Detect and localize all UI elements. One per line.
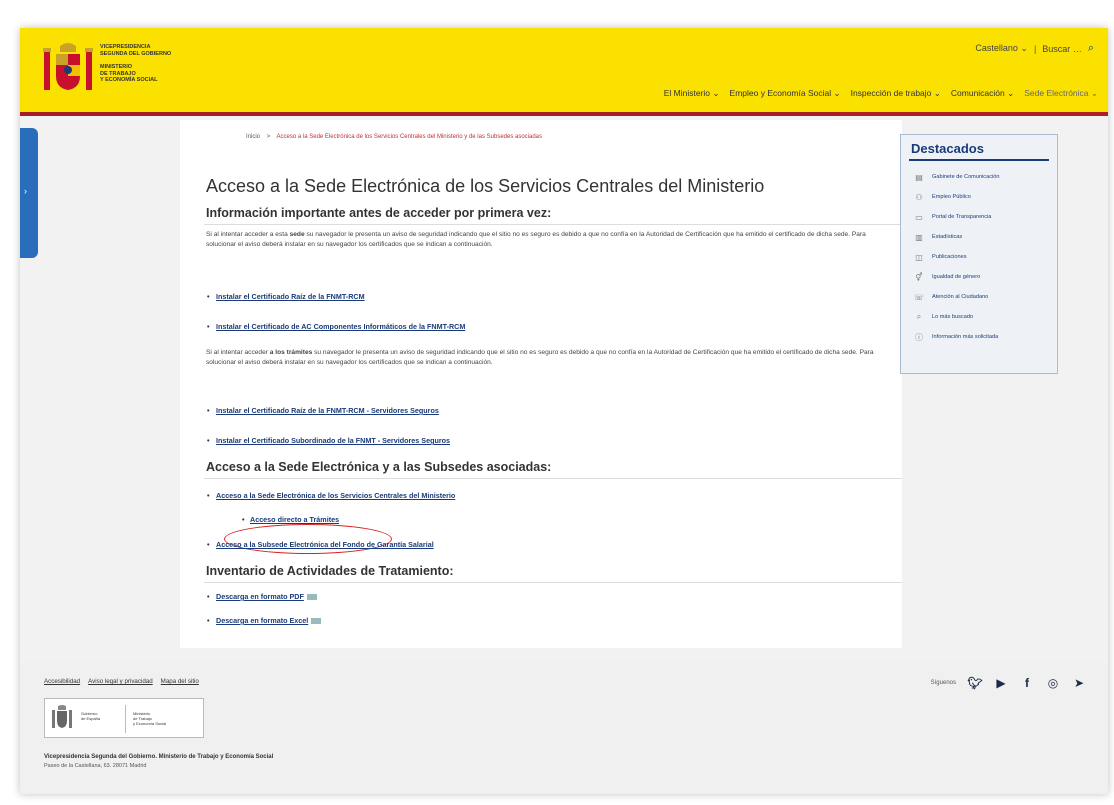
link-subsede-fogasa[interactable]: Acceso a la Subsede Electrónica del Fond… <box>207 540 434 549</box>
breadcrumb-home[interactable]: Inicio <box>246 134 260 140</box>
link-sede-servicios-centrales[interactable]: Acceso a la Sede Electrónica de los Serv… <box>207 491 455 500</box>
footer-address: Paseo de la Castellana, 63. 28071 Madrid <box>44 763 147 769</box>
site-header: Vicepresidencia Segunda del Gobierno Min… <box>20 28 1108 116</box>
info-paragraph-sede: Si al intentar acceder a esta sede su na… <box>206 231 866 248</box>
breadcrumb-sep: > <box>266 134 271 140</box>
coat-of-arms-icon <box>52 705 72 728</box>
highlight-ellipse <box>224 524 392 554</box>
youtube-icon[interactable]: ▶ <box>994 676 1008 690</box>
page-title: Acceso a la Sede Electrónica de los Serv… <box>206 176 765 196</box>
twitter-icon[interactable]: 🐦︎ <box>967 676 982 690</box>
social-links: Síguenos 🐦︎ ▶ f ◎ ➤ <box>931 676 1086 690</box>
chevron-right-icon: › <box>24 186 27 196</box>
stats-icon: ▥ <box>915 232 923 242</box>
language-selector[interactable]: Castellano ⌄ <box>975 43 1028 54</box>
destacados-item[interactable]: ▭ Portal de Transparencia <box>913 207 1053 227</box>
nav-item-sede[interactable]: Sede Electrónica ⌄ <box>1024 88 1098 99</box>
newspaper-icon: ▤ <box>915 172 923 182</box>
section-heading-inventario: Inventario de Actividades de Tratamiento… <box>206 564 454 578</box>
logo-ministerio-text: Ministerio de Trabajo y Economía Social <box>133 711 167 726</box>
destacados-item[interactable]: ◫ Publicaciones <box>913 247 1053 267</box>
breadcrumb-current: Acceso a la Sede Electrónica de los Serv… <box>276 134 543 140</box>
footer-link-mapa[interactable]: Mapa del sitio <box>161 678 199 685</box>
equality-icon: ⚥ <box>915 272 923 282</box>
section-divider <box>204 478 902 479</box>
header-divider-accent <box>840 112 1108 116</box>
coat-of-arms-icon[interactable] <box>42 42 94 98</box>
excel-file-icon <box>311 618 322 625</box>
telegram-icon[interactable]: ➤ <box>1072 676 1086 690</box>
footer-address-title: Vicepresidencia Segunda del Gobierno. Mi… <box>44 754 274 760</box>
logo-line: y Economía Social <box>100 77 158 83</box>
book-icon: ◫ <box>915 252 923 262</box>
breadcrumb: Inicio > Acceso a la Sede Electrónica de… <box>246 134 542 140</box>
people-icon: ⚇ <box>915 192 923 202</box>
info-icon: ⓘ <box>915 332 923 342</box>
footer-logo[interactable]: Gobierno de España Ministerio de Trabajo… <box>44 698 204 738</box>
browser-page: Vicepresidencia Segunda del Gobierno Min… <box>20 28 1108 794</box>
destacados-item[interactable]: ⚇ Empleo Público <box>913 187 1053 207</box>
link-cert-subordinado[interactable]: Instalar el Certificado Subordinado de l… <box>207 436 450 445</box>
destacados-item[interactable]: ⚥ Igualdad de género <box>913 267 1053 287</box>
link-descarga-pdf[interactable]: Descarga en formato PDF <box>207 592 317 601</box>
link-descarga-excel[interactable]: Descarga en formato Excel <box>207 616 322 625</box>
destacados-divider <box>909 159 1049 161</box>
transparency-icon: ▭ <box>915 212 923 222</box>
destacados-list: ▤ Gabinete de Comunicación ⚇ Empleo Públic… <box>913 167 1053 347</box>
logo-divider <box>125 705 126 733</box>
link-acceso-directo-tramites[interactable]: Acceso directo a Trámites <box>242 515 339 524</box>
footer-link-accesibilidad[interactable]: Accesibilidad <box>44 678 80 685</box>
top-tools: Castellano ⌄ | Buscar … ⌕ <box>975 42 1094 55</box>
header-divider <box>20 112 840 116</box>
destacados-item[interactable]: ▥ Estadísticas <box>913 227 1053 247</box>
side-menu-tab[interactable]: › <box>20 128 38 258</box>
nav-item-ministerio[interactable]: El Ministerio ⌄ <box>664 88 720 99</box>
footer-links: Accesibilidad Aviso legal y privacidad M… <box>44 678 199 685</box>
section-divider <box>204 224 902 225</box>
nav-item-inspeccion[interactable]: Inspección de trabajo ⌄ <box>851 88 941 99</box>
destacados-item[interactable]: ⓘ Información más solicitada <box>913 327 1053 347</box>
instagram-icon[interactable]: ◎ <box>1046 676 1060 690</box>
search-link[interactable]: Buscar … <box>1042 44 1082 54</box>
nav-item-comunicacion[interactable]: Comunicación ⌄ <box>951 88 1014 99</box>
link-cert-raiz[interactable]: Instalar el Certificado Raíz de la FNMT-… <box>207 292 365 301</box>
pdf-file-icon <box>306 594 317 601</box>
follow-label: Síguenos <box>930 680 956 686</box>
nav-item-empleo[interactable]: Empleo y Economía Social ⌄ <box>730 88 841 99</box>
main-content: Inicio > Acceso a la Sede Electrónica de… <box>180 120 902 648</box>
destacados-title: Destacados <box>911 141 984 156</box>
link-cert-raiz-servidores[interactable]: Instalar el Certificado Raíz de la FNMT-… <box>207 406 439 415</box>
main-nav: El Ministerio ⌄ Empleo y Economía Social… <box>664 88 1098 99</box>
destacados-item[interactable]: ⌕ Lo más buscado <box>913 307 1053 327</box>
logo-gobierno-text: Gobierno de España <box>81 711 101 721</box>
site-footer: Accesibilidad Aviso legal y privacidad M… <box>20 662 1108 794</box>
section-divider <box>204 582 902 583</box>
search-icon[interactable]: ⌕ <box>1088 42 1094 55</box>
search-icon: ⌕ <box>916 312 922 321</box>
info-paragraph-tramites: Si al intentar acceder a los trámites su… <box>206 349 874 366</box>
separator: | <box>1033 43 1037 54</box>
destacados-panel: Destacados ▤ Gabinete de Comunicación ⚇ Em… <box>900 134 1058 374</box>
link-cert-ac-componentes[interactable]: Instalar el Certificado de AC Componente… <box>207 322 465 331</box>
footer-link-aviso-legal[interactable]: Aviso legal y privacidad <box>88 678 153 685</box>
section-heading-acceso: Acceso a la Sede Electrónica y a las Sub… <box>206 460 552 474</box>
help-icon: ☏ <box>913 292 924 302</box>
destacados-item[interactable]: ▤ Gabinete de Comunicación <box>913 167 1053 187</box>
ministry-logo-text[interactable]: Vicepresidencia Segunda del Gobierno Min… <box>100 44 240 84</box>
section-heading-info: Información importante antes de acceder … <box>206 206 552 220</box>
destacados-item[interactable]: ☏ Atención al Ciudadano <box>913 287 1053 307</box>
facebook-icon[interactable]: f <box>1020 676 1034 690</box>
